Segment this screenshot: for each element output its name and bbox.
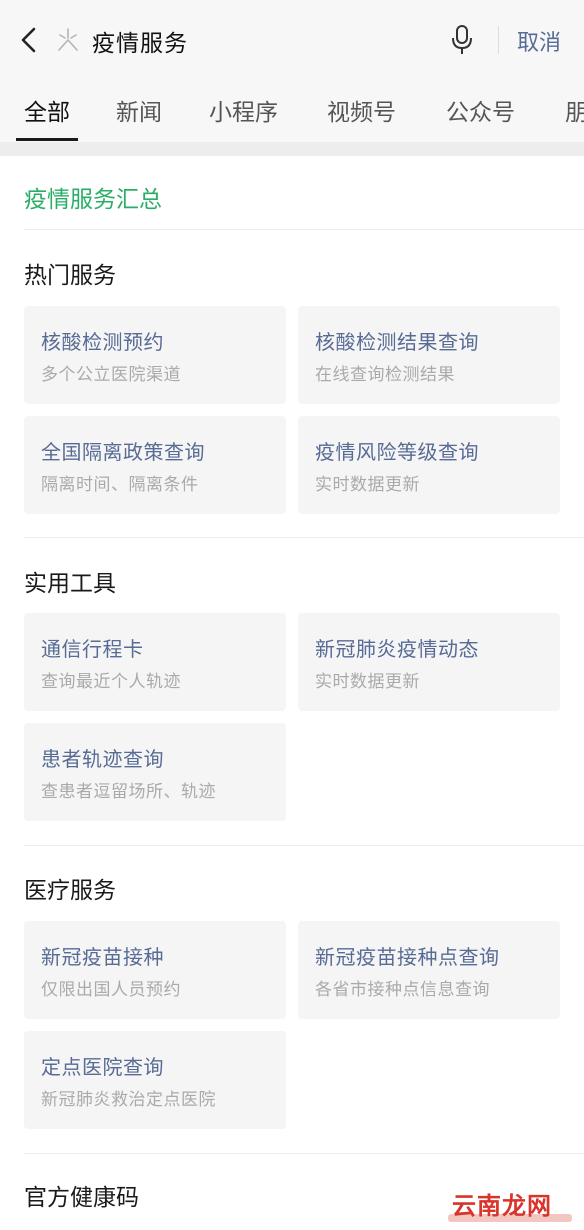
service-card[interactable]: 新冠肺炎疫情动态 实时数据更新 — [298, 613, 560, 711]
service-card-subtitle: 实时数据更新 — [315, 672, 420, 692]
back-arrow-icon[interactable] — [18, 26, 40, 54]
divider — [24, 1153, 584, 1154]
divider — [24, 845, 584, 846]
service-card-subtitle: 在线查询检测结果 — [315, 365, 455, 385]
active-tab-indicator — [16, 138, 78, 141]
summary-title-link[interactable]: 疫情服务汇总 — [24, 180, 162, 214]
service-card-title: 患者轨迹查询 — [41, 747, 164, 771]
service-card-subtitle: 多个公立医院渠道 — [41, 365, 181, 385]
microphone-icon[interactable] — [450, 24, 474, 56]
tab-news[interactable]: 新闻 — [116, 93, 162, 127]
section-title-tools: 实用工具 — [24, 571, 116, 597]
service-card-title: 全国隔离政策查询 — [41, 440, 205, 464]
service-card-title: 疫情风险等级查询 — [315, 440, 479, 464]
top-bar: 疫情服务 取消 — [0, 0, 584, 80]
section-title-health-code: 官方健康码 — [24, 1185, 139, 1211]
watermark-logo: 云南龙网 — [448, 1184, 576, 1224]
header-divider — [498, 26, 499, 54]
service-card-title: 核酸检测预约 — [41, 330, 164, 354]
search-query[interactable]: 疫情服务 — [92, 24, 188, 58]
section-title-hot-services: 热门服务 — [24, 263, 116, 289]
service-card-subtitle: 查患者逗留场所、轨迹 — [41, 782, 216, 802]
service-card[interactable]: 通信行程卡 查询最近个人轨迹 — [24, 613, 286, 711]
service-card[interactable]: 新冠疫苗接种点查询 各省市接种点信息查询 — [298, 921, 560, 1019]
service-card-title: 通信行程卡 — [41, 637, 144, 661]
service-card-subtitle: 仅限出国人员预约 — [41, 980, 181, 1000]
service-card-subtitle: 实时数据更新 — [315, 475, 420, 495]
service-card-subtitle: 新冠肺炎救治定点医院 — [41, 1090, 216, 1110]
service-card[interactable]: 新冠疫苗接种 仅限出国人员预约 — [24, 921, 286, 1019]
service-card-title: 定点医院查询 — [41, 1055, 164, 1079]
section-separator — [0, 142, 584, 156]
service-card[interactable]: 全国隔离政策查询 隔离时间、隔离条件 — [24, 416, 286, 514]
tab-mini-programs[interactable]: 小程序 — [209, 93, 278, 127]
divider — [24, 229, 584, 230]
service-card[interactable]: 核酸检测结果查询 在线查询检测结果 — [298, 306, 560, 404]
cancel-button[interactable]: 取消 — [517, 25, 561, 57]
service-card-title: 新冠肺炎疫情动态 — [315, 637, 479, 661]
service-card-title: 新冠疫苗接种点查询 — [315, 945, 500, 969]
search-tabs: 全部 新闻 小程序 视频号 公众号 朋 — [0, 80, 584, 142]
search-logo-icon — [58, 28, 78, 51]
tab-official-accounts[interactable]: 公众号 — [446, 93, 515, 127]
service-card[interactable]: 定点医院查询 新冠肺炎救治定点医院 — [24, 1031, 286, 1129]
service-card-subtitle: 各省市接种点信息查询 — [315, 980, 490, 1000]
service-card-title: 新冠疫苗接种 — [41, 945, 164, 969]
service-card-subtitle: 查询最近个人轨迹 — [41, 672, 181, 692]
divider — [24, 537, 584, 538]
section-title-medical-services: 医疗服务 — [24, 878, 116, 904]
watermark-text: 云南龙网 — [452, 1192, 552, 1220]
tab-friends[interactable]: 朋 — [565, 93, 584, 127]
search-box[interactable]: 疫情服务 — [54, 20, 454, 60]
tab-all[interactable]: 全部 — [24, 93, 70, 127]
service-card-subtitle: 隔离时间、隔离条件 — [41, 475, 199, 495]
service-card[interactable]: 患者轨迹查询 查患者逗留场所、轨迹 — [24, 723, 286, 821]
tab-channels[interactable]: 视频号 — [327, 93, 396, 127]
service-card[interactable]: 核酸检测预约 多个公立医院渠道 — [24, 306, 286, 404]
service-card[interactable]: 疫情风险等级查询 实时数据更新 — [298, 416, 560, 514]
service-card-title: 核酸检测结果查询 — [315, 330, 479, 354]
